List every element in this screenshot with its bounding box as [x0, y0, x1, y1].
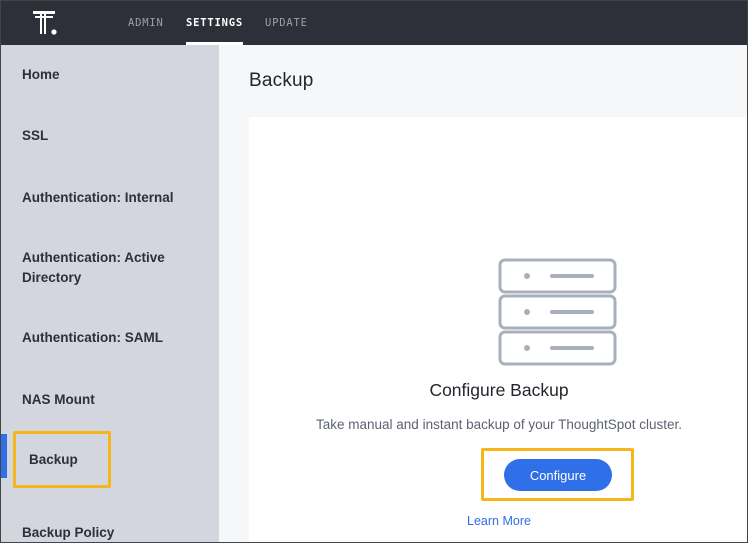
- sidebar-item-home[interactable]: Home: [22, 65, 207, 85]
- page-title: Backup: [249, 70, 314, 91]
- sidebar-item-authentication-active-directory[interactable]: Authentication: Active Directory: [22, 248, 207, 288]
- card-title: Configure Backup: [429, 380, 569, 400]
- settings-sidebar: Home SSL Authentication: Internal Authen…: [1, 45, 219, 542]
- sidebar-active-indicator: [1, 434, 7, 478]
- sidebar-item-authentication-saml[interactable]: Authentication: SAML: [22, 328, 207, 348]
- learn-more-link[interactable]: Learn More: [249, 514, 747, 528]
- sidebar-item-backup[interactable]: Backup: [29, 450, 214, 470]
- card-description: Take manual and instant backup of your T…: [316, 417, 682, 432]
- tab-settings[interactable]: SETTINGS: [186, 1, 243, 45]
- tab-admin[interactable]: ADMIN: [128, 1, 164, 45]
- tab-update[interactable]: UPDATE: [265, 1, 308, 45]
- thoughtspot-logo-icon[interactable]: [33, 10, 59, 36]
- main-content: Backup Configure Backup Take manual and …: [219, 45, 747, 542]
- sidebar-item-nas-mount[interactable]: NAS Mount: [22, 390, 207, 410]
- configure-button[interactable]: Configure: [504, 459, 612, 491]
- app-window: ADMIN SETTINGS UPDATE Home SSL Authentic…: [0, 0, 748, 543]
- top-nav-bar: ADMIN SETTINGS UPDATE: [1, 1, 747, 45]
- server-stack-icon: [498, 258, 617, 366]
- sidebar-item-backup-policy[interactable]: Backup Policy: [22, 523, 207, 542]
- sidebar-item-authentication-internal[interactable]: Authentication: Internal: [22, 188, 207, 208]
- sidebar-item-ssl[interactable]: SSL: [22, 126, 207, 146]
